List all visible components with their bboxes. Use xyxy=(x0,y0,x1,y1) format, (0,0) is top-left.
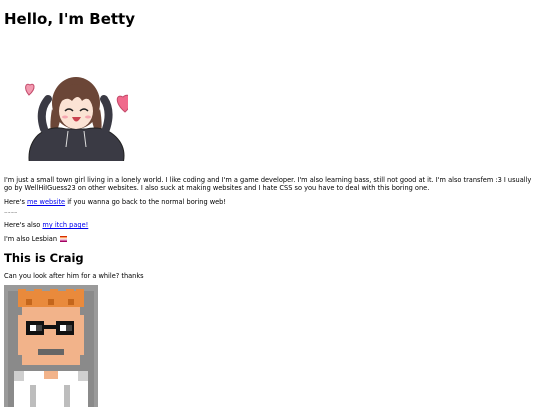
separator: ~~~~ xyxy=(4,210,18,215)
craig-text: Can you look after him for a while? than… xyxy=(4,272,144,280)
craig-heading: This is Craig xyxy=(4,251,84,265)
page-content: Hello, I'm Betty I'm just a small town g… xyxy=(4,0,536,407)
website-prefix: Here's xyxy=(4,198,27,206)
heart-icon xyxy=(25,83,35,96)
page-title: Hello, I'm Betty xyxy=(4,10,135,28)
itch-prefix: Here's also xyxy=(4,221,43,229)
bio-text: I'm just a small town girl living in a l… xyxy=(4,176,532,192)
itch-line: Here's also my itch page! xyxy=(4,221,536,229)
website-suffix: if you wanna go back to the normal borin… xyxy=(65,198,227,206)
website-link[interactable]: me website xyxy=(27,198,65,206)
lesbian-flag-icon xyxy=(60,236,68,242)
itch-link[interactable]: my itch page! xyxy=(42,221,88,229)
lesbian-line: I'm also Lesbian xyxy=(4,235,536,243)
craig-image xyxy=(4,285,98,407)
lesbian-text: I'm also Lesbian xyxy=(4,235,58,243)
heart-icon xyxy=(116,94,128,113)
website-line: Here's me website if you wanna go back t… xyxy=(4,198,536,206)
avatar-image xyxy=(25,77,128,161)
